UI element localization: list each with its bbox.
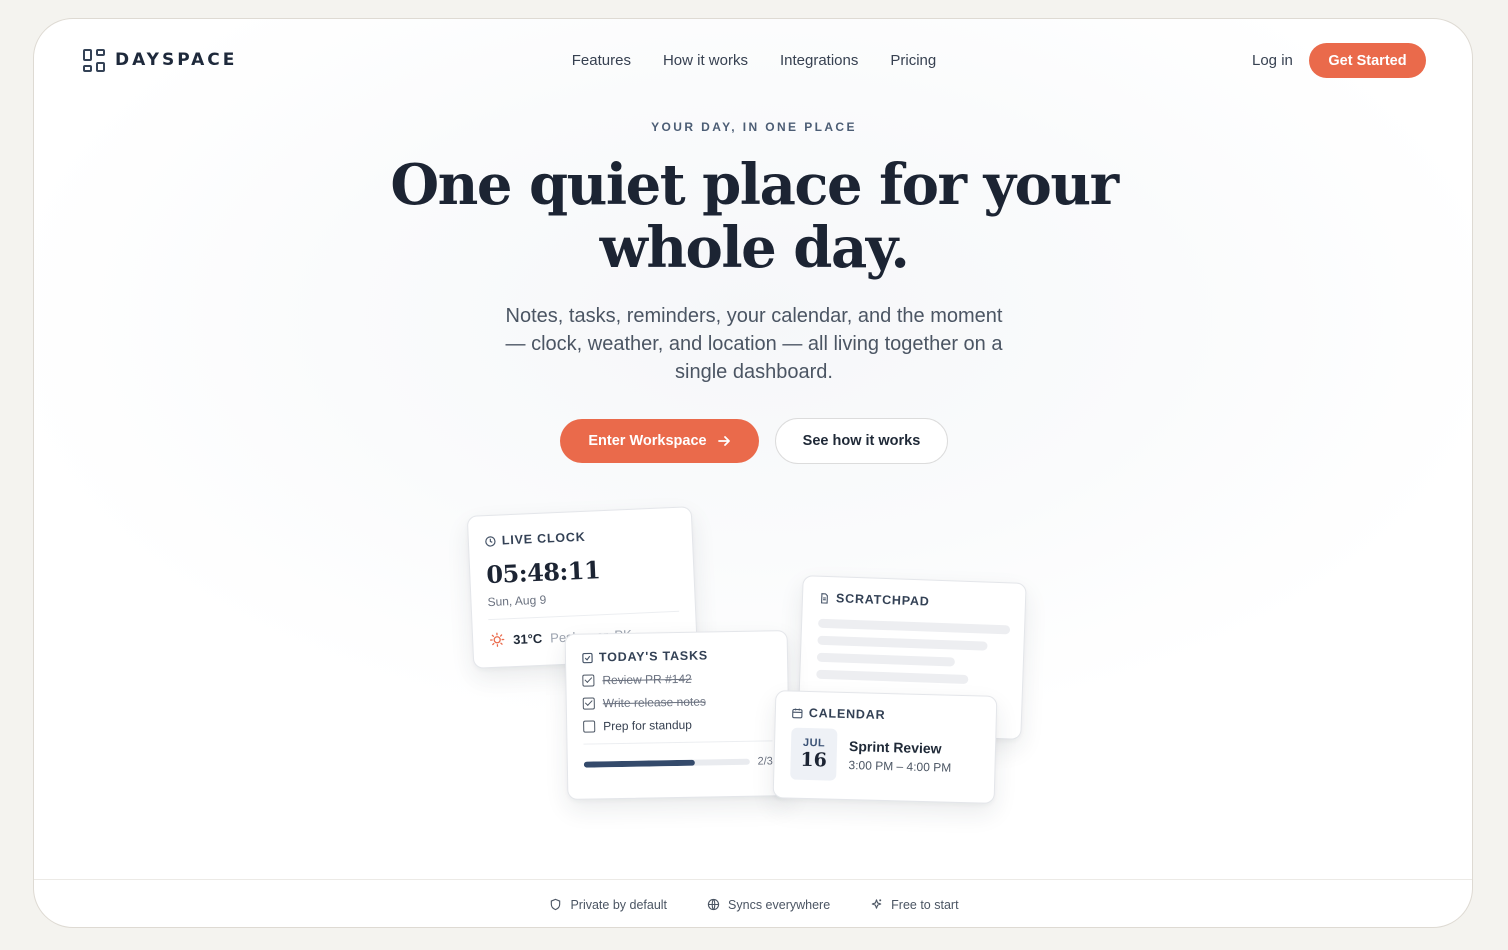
clock-time: 05:48:11 bbox=[485, 555, 601, 590]
feature-strip: Private by default Syncs everywhere Free… bbox=[34, 879, 1472, 927]
tasks-progress-label: 2/3 bbox=[757, 755, 773, 768]
clock-card-header: LIVE CLOCK bbox=[485, 526, 676, 548]
todays-tasks-card: TODAY'S TASKS Review PR #142 Write relea… bbox=[564, 630, 791, 800]
nav-link-features[interactable]: Features bbox=[572, 52, 631, 69]
globe-icon bbox=[707, 898, 720, 911]
task-checkbox-checked[interactable] bbox=[582, 697, 595, 710]
calendar-month: JUL bbox=[802, 736, 826, 750]
hero-subhead: Notes, tasks, reminders, your calendar, … bbox=[505, 305, 1003, 383]
calendar-event-row[interactable]: JUL 16 Sprint Review 3:00 PM – 4:00 PM bbox=[790, 727, 979, 785]
calendar-title: CALENDAR bbox=[808, 705, 886, 722]
task-label: Review PR #142 bbox=[602, 671, 692, 688]
calendar-header: CALENDAR bbox=[792, 706, 980, 725]
calendar-card: CALENDAR JUL 16 Sprint Review 3:00 PM – … bbox=[772, 690, 998, 804]
arrow-right-icon bbox=[717, 436, 730, 446]
clock-divider bbox=[488, 610, 680, 621]
feature-sync-label: Syncs everywhere bbox=[728, 897, 831, 912]
calendar-icon bbox=[792, 708, 803, 718]
calendar-day: 16 bbox=[800, 748, 828, 772]
tasks-header: TODAY'S TASKS bbox=[582, 647, 771, 664]
text-placeholder-line bbox=[816, 669, 969, 684]
enter-workspace-label: Enter Workspace bbox=[588, 433, 707, 449]
scratchpad-header: SCRATCHPAD bbox=[819, 591, 1009, 612]
clock-date: Sun, Aug 9 bbox=[487, 592, 547, 610]
checkbox-icon bbox=[582, 652, 593, 663]
headline-line-1: One quiet place for your bbox=[390, 152, 1119, 218]
calendar-event-time: 3:00 PM – 4:00 PM bbox=[848, 758, 952, 775]
scratchpad-title: SCRATCHPAD bbox=[835, 591, 930, 609]
hero-headline: One quiet place for your whole day. bbox=[34, 152, 1472, 281]
tasks-progress-fill bbox=[583, 759, 695, 768]
hero-eyebrow: YOUR DAY, IN ONE PLACE bbox=[651, 120, 857, 134]
temperature: 31°C bbox=[512, 630, 543, 647]
task-checkbox[interactable] bbox=[583, 720, 596, 733]
login-link[interactable]: Log in bbox=[1252, 52, 1293, 69]
calendar-event-title: Sprint Review bbox=[848, 738, 942, 757]
task-item[interactable]: Review PR #142 bbox=[582, 670, 771, 687]
sun-icon bbox=[490, 632, 505, 647]
see-how-it-works-button[interactable]: See how it works bbox=[775, 418, 948, 464]
sparkle-icon bbox=[871, 899, 882, 909]
text-placeholder-line bbox=[817, 635, 988, 651]
tasks-progress-bar bbox=[583, 758, 750, 768]
nav-link-pricing[interactable]: Pricing bbox=[890, 52, 936, 69]
clock-icon bbox=[485, 535, 496, 547]
feature-free-label: Free to start bbox=[891, 897, 959, 912]
text-placeholder-line bbox=[817, 618, 1011, 635]
clock-card-title: LIVE CLOCK bbox=[501, 529, 586, 548]
task-checkbox-checked[interactable] bbox=[582, 674, 595, 687]
tasks-title: TODAY'S TASKS bbox=[598, 648, 709, 665]
nav-link-how-it-works[interactable]: How it works bbox=[663, 52, 748, 69]
calendar-date-badge: JUL 16 bbox=[790, 727, 838, 781]
nav-link-integrations[interactable]: Integrations bbox=[780, 52, 858, 69]
get-started-button[interactable]: Get Started bbox=[1309, 43, 1426, 78]
tasks-progress-row: 2/3 bbox=[583, 755, 773, 770]
calendar-event-details: Sprint Review 3:00 PM – 4:00 PM bbox=[848, 738, 952, 775]
task-label: Prep for standup bbox=[603, 717, 693, 734]
document-icon bbox=[821, 592, 828, 604]
feature-private: Private by default bbox=[549, 898, 667, 912]
text-placeholder-line bbox=[816, 652, 956, 667]
headline-line-2: whole day. bbox=[599, 215, 910, 281]
feature-private-label: Private by default bbox=[570, 897, 668, 912]
task-item[interactable]: Prep for standup bbox=[583, 716, 772, 733]
feature-free: Free to start bbox=[870, 897, 959, 912]
task-label: Write release notes bbox=[602, 694, 707, 711]
page-frame: DAYSPACE Features How it works Integrati… bbox=[33, 18, 1473, 928]
shield-icon bbox=[551, 898, 561, 911]
feature-sync: Syncs everywhere bbox=[707, 898, 830, 912]
tasks-divider bbox=[583, 740, 773, 745]
task-item[interactable]: Write release notes bbox=[582, 693, 772, 711]
enter-workspace-button[interactable]: Enter Workspace bbox=[560, 419, 759, 463]
